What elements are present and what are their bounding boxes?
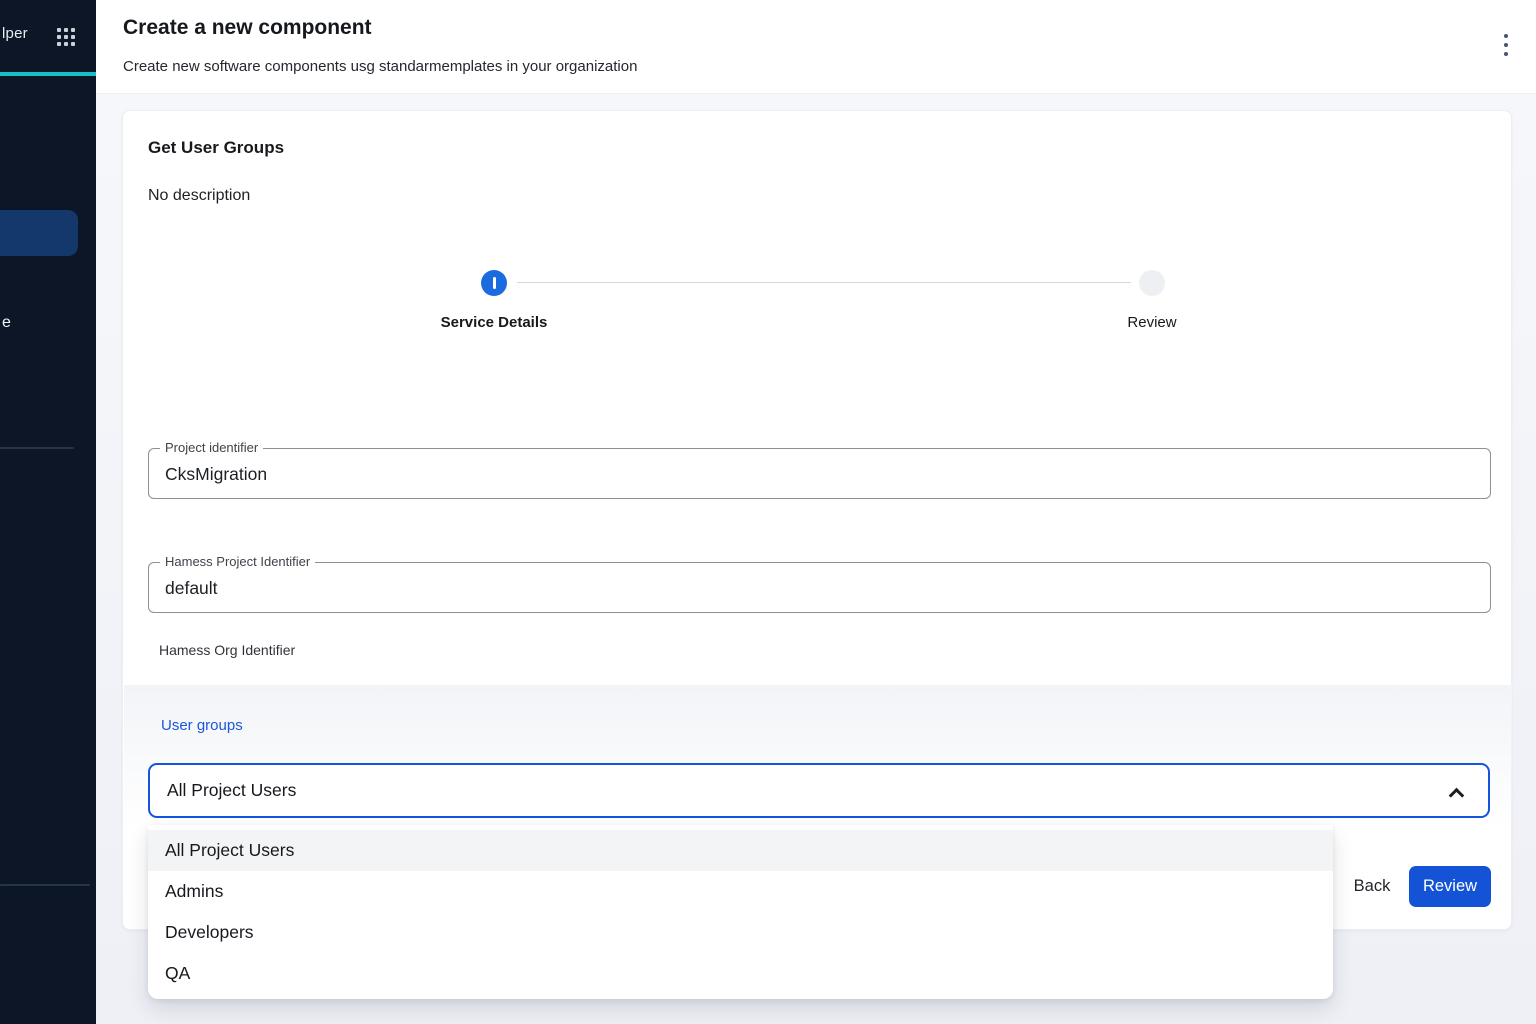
menu-item-admins[interactable]: Admins [148, 871, 1333, 912]
kebab-menu-icon[interactable] [1500, 30, 1512, 60]
step-number-glyph [493, 277, 496, 289]
user-groups-dropdown-menu: All Project Users Admins Developers QA [148, 825, 1333, 999]
stepper-connector [517, 282, 1131, 283]
page-subtitle: Create new software components usg stand… [123, 58, 637, 75]
user-groups-link[interactable]: User groups [161, 717, 243, 734]
template-title: Get User Groups [148, 138, 284, 158]
sidebar: lper e [0, 0, 96, 1024]
project-identifier-input[interactable] [149, 449, 1490, 498]
menu-item-developers[interactable]: Developers [148, 912, 1333, 953]
sidebar-item-label: e [2, 314, 11, 332]
main-content: Create a new component Create new softwa… [96, 0, 1536, 1024]
step-label-review: Review [1042, 314, 1262, 331]
page-header: Create a new component Create new softwa… [96, 0, 1536, 94]
sidebar-brand-text: lper [2, 25, 28, 42]
project-identifier-field[interactable]: Project identifier [148, 448, 1491, 499]
sidebar-item-selected[interactable] [0, 210, 78, 256]
sidebar-accent-divider [0, 72, 96, 76]
step-label-service-details: Service Details [384, 314, 604, 331]
sidebar-divider [0, 447, 74, 449]
harness-project-identifier-field[interactable]: Hamess Project Identifier [148, 562, 1491, 613]
step-indicator-active [481, 270, 507, 296]
menu-item-all-project-users[interactable]: All Project Users [148, 830, 1333, 871]
review-button[interactable]: Review [1409, 866, 1491, 907]
user-groups-selected-value: All Project Users [167, 765, 296, 816]
harness-org-identifier-label: Hamess Org Identifier [159, 642, 295, 658]
harness-project-identifier-input[interactable] [149, 563, 1490, 612]
back-button[interactable]: Back [1332, 866, 1412, 906]
page-title: Create a new component [123, 16, 372, 40]
sidebar-divider [0, 884, 90, 886]
chevron-up-icon [1449, 788, 1465, 804]
step-indicator-pending [1139, 270, 1165, 296]
wizard-card: Get User Groups No description Service D… [122, 110, 1512, 930]
apps-grid-icon[interactable] [57, 28, 75, 46]
template-description: No description [148, 187, 250, 205]
user-groups-select[interactable]: All Project Users [148, 763, 1490, 818]
menu-item-qa[interactable]: QA [148, 953, 1333, 994]
screen: lper e Create a new component Create new… [0, 0, 1536, 1024]
